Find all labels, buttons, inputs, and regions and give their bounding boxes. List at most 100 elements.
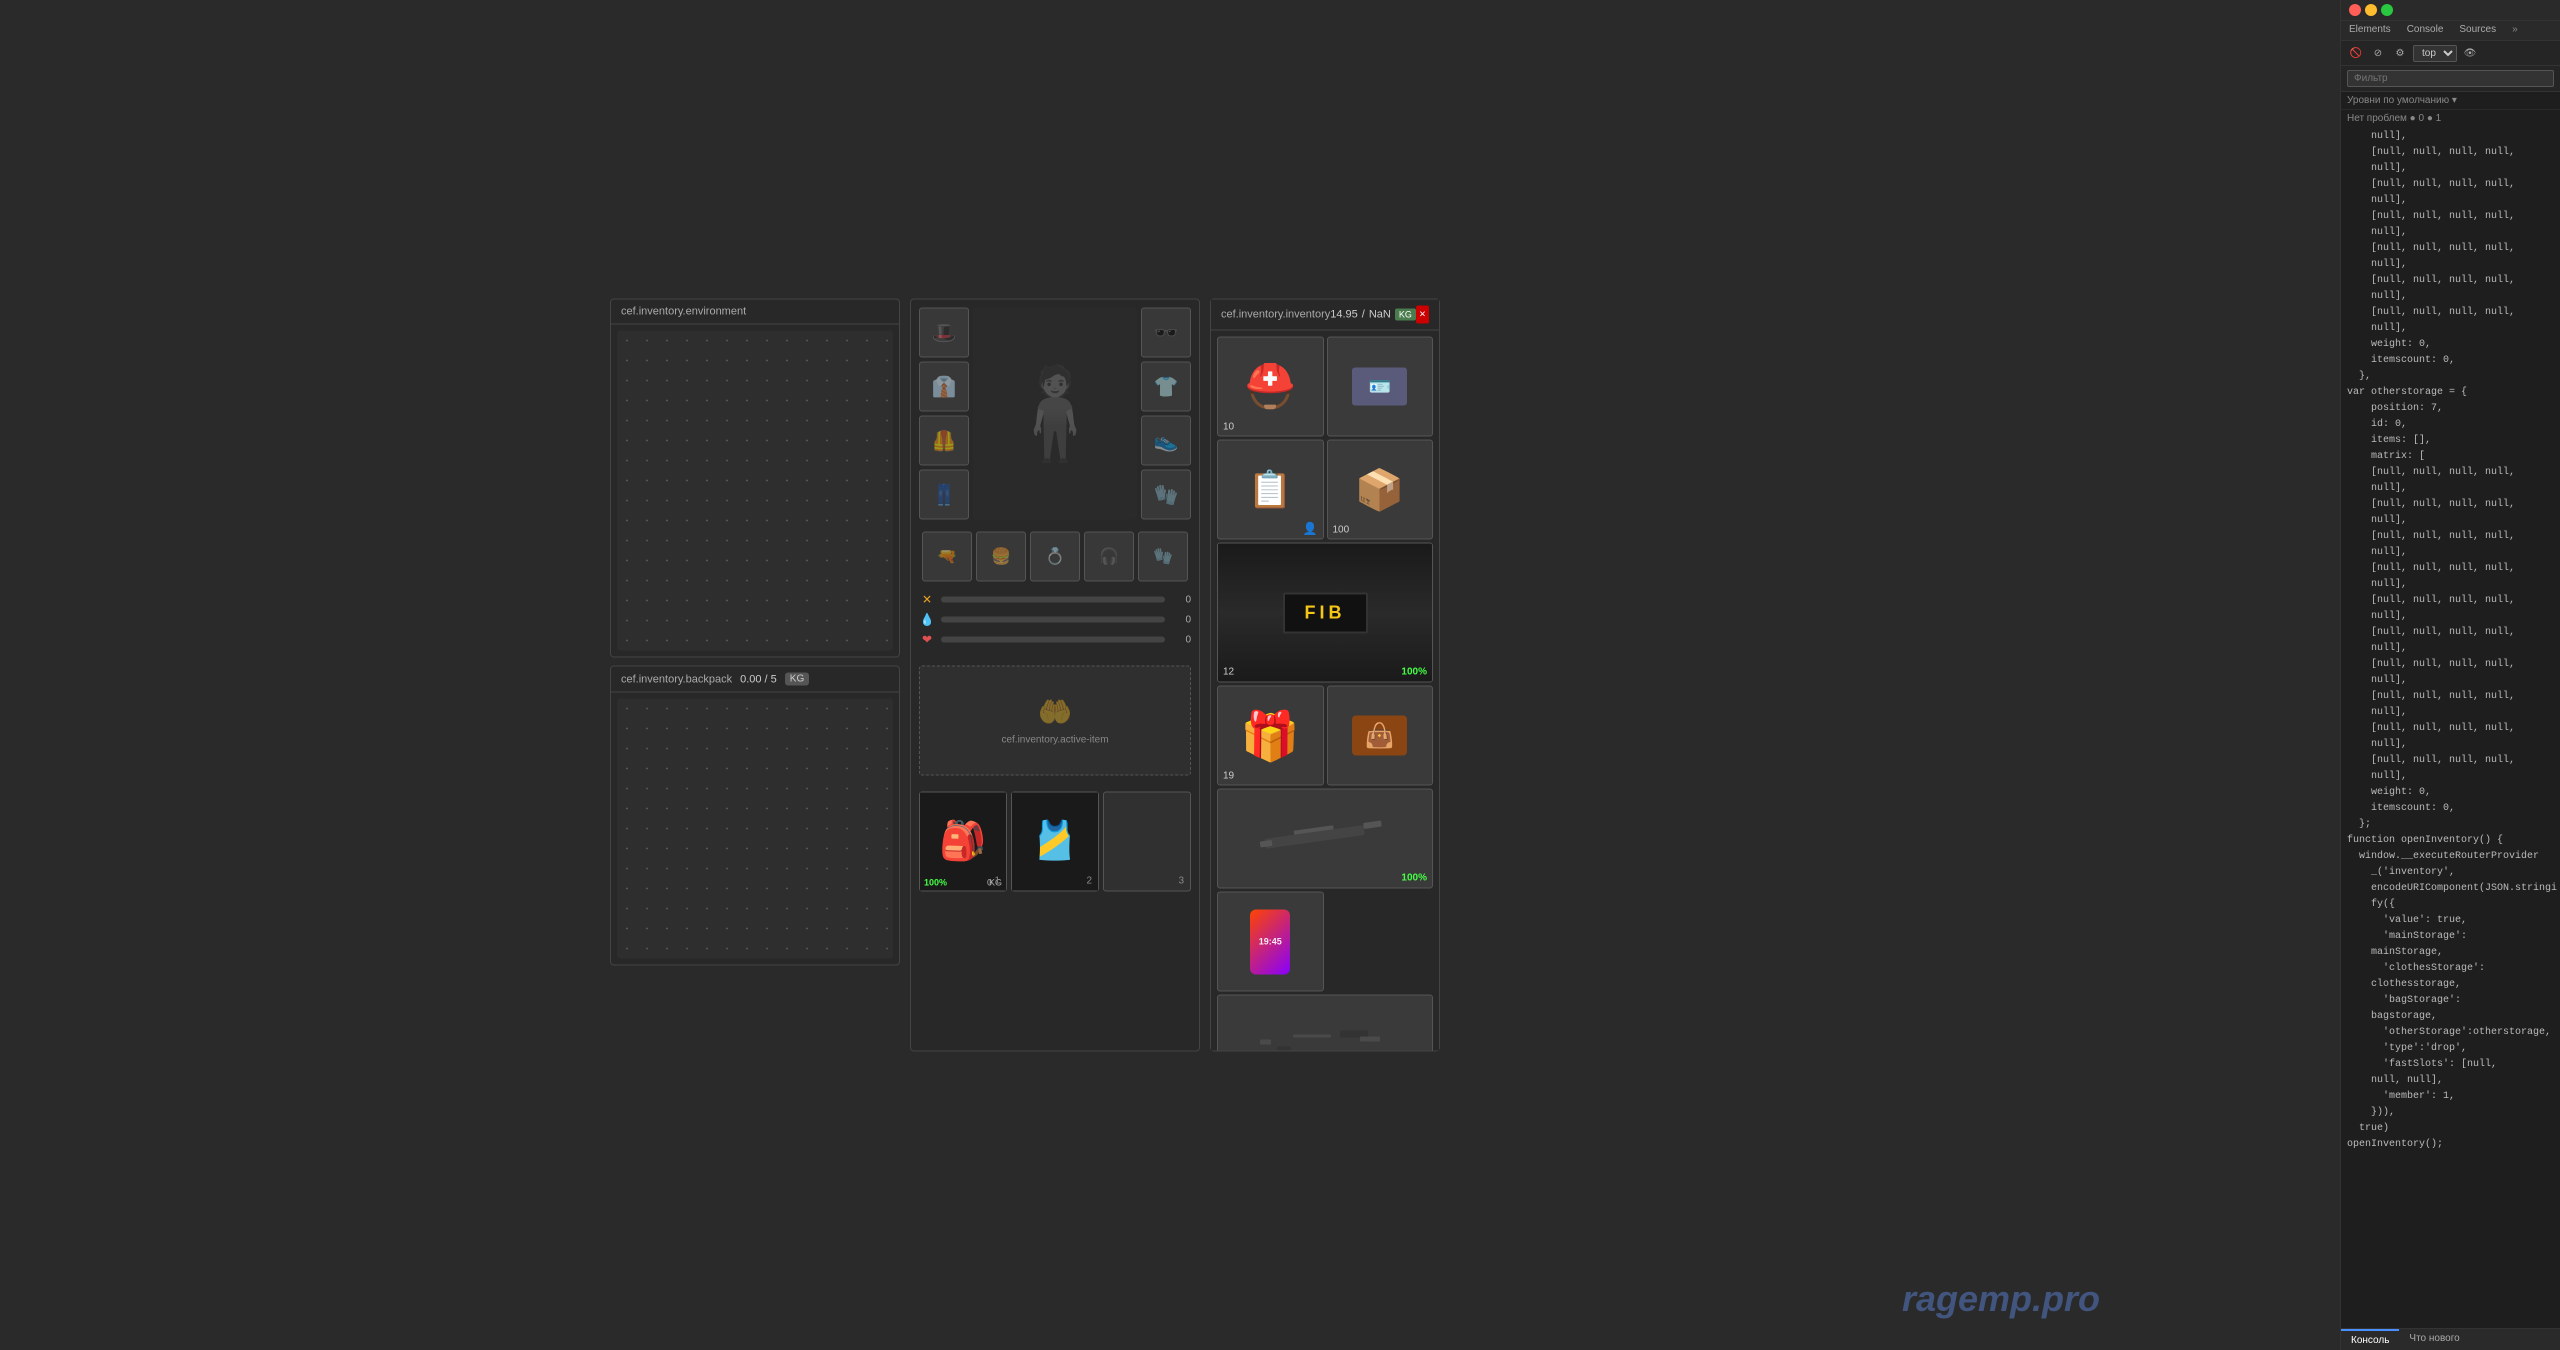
active-item-label: cef.inventory.active-item — [1001, 735, 1108, 746]
inv-item-box[interactable]: 📦 100 — [1327, 440, 1434, 540]
inventory-title: cef.inventory.inventory — [1221, 309, 1330, 321]
code-line: [null, null, null, null, — [2347, 273, 2554, 289]
code-line: }, — [2347, 369, 2554, 385]
hunger-icon: ✕ — [919, 592, 935, 608]
code-line: null], — [2347, 545, 2554, 561]
box-emoji: 📦 — [1355, 466, 1405, 513]
quickslot-1-number: 1 — [994, 876, 1000, 887]
code-line: }; — [2347, 817, 2554, 833]
stat-thirst: 💧 0 — [919, 612, 1191, 628]
game-area: cef.inventory.environment cef.inventory.… — [0, 0, 2340, 1350]
inv-item-gift[interactable]: 🎁 19 — [1217, 686, 1324, 786]
inv-item-helmet[interactable]: ⛑️ 10 — [1217, 337, 1324, 437]
quickslot-2[interactable]: 🎽 2 — [1011, 792, 1099, 892]
equipment-grid: 🎩 🧍 🕶️ 👔 👕 🦺 — [911, 300, 1199, 528]
window-maximize-btn[interactable] — [2381, 4, 2393, 16]
code-line: null], — [2347, 257, 2554, 273]
window-minimize-btn[interactable] — [2365, 4, 2377, 16]
equip-slot-shoes[interactable]: 👟 — [1141, 416, 1191, 466]
code-line: clothesstorage, — [2347, 977, 2554, 993]
fib-label: FIB — [1283, 592, 1368, 633]
code-line: [null, null, null, null, — [2347, 625, 2554, 641]
acc3-icon: 💍 — [1045, 547, 1065, 567]
code-line: null], — [2347, 737, 2554, 753]
quickslot-1[interactable]: 🎒 100% 0 KG 1 — [919, 792, 1007, 892]
inv-item-paper[interactable]: 📋 👤 — [1217, 440, 1324, 540]
equip-slot-hat[interactable]: 🎩 — [919, 308, 969, 358]
acc4-icon: 🎧 — [1099, 547, 1119, 567]
acc5-icon: 🧤 — [1153, 547, 1173, 567]
code-line: [null, null, null, null, — [2347, 753, 2554, 769]
code-line: null], — [2347, 577, 2554, 593]
thirst-bar-container — [941, 617, 1165, 623]
code-line: [null, null, null, null, — [2347, 721, 2554, 737]
devtools-issues: Нет проблем ● 0 ● 1 — [2341, 110, 2560, 127]
gloves-icon: 🧤 — [1154, 482, 1179, 507]
code-line: null], — [2347, 129, 2554, 145]
toolbar-settings-btn[interactable]: ⚙ — [2391, 44, 2409, 62]
inventory-grid: ⛑️ 10 🪪 📋 👤 — [1211, 331, 1439, 1051]
health-value: 0 — [1171, 634, 1191, 645]
acc-slot-4[interactable]: 🎧 — [1084, 532, 1134, 582]
acc-slot-2[interactable]: 🍔 — [976, 532, 1026, 582]
inv-item-phone[interactable]: 19:45 — [1217, 892, 1324, 992]
inventory-close-button[interactable]: × — [1416, 306, 1429, 324]
window-close-btn[interactable] — [2349, 4, 2361, 16]
bottom-tab-whatsnew[interactable]: Что нового — [2399, 1329, 2469, 1350]
inv-item-smg1[interactable]: 100% — [1217, 789, 1433, 889]
code-line: null], — [2347, 641, 2554, 657]
equip-slot-pants[interactable]: 👖 — [919, 470, 969, 520]
inv-item-idcard[interactable]: 🪪 — [1327, 337, 1434, 437]
quickslot-3[interactable]: 3 — [1103, 792, 1191, 892]
devtools-filter-input[interactable] — [2347, 70, 2554, 87]
acc-slot-5[interactable]: 🧤 — [1138, 532, 1188, 582]
thirst-icon: 💧 — [919, 612, 935, 628]
code-line: [null, null, null, null, — [2347, 529, 2554, 545]
pants-icon: 👖 — [932, 482, 957, 507]
character-silhouette: 🧍 — [999, 361, 1111, 466]
quickslot-1-percent: 100% — [924, 878, 947, 888]
bottom-tab-console[interactable]: Консоль — [2341, 1329, 2399, 1350]
code-line: 'fastSlots': [null, — [2347, 1057, 2554, 1073]
code-line: 'bagStorage': — [2347, 993, 2554, 1009]
inv-item-smg2[interactable]: 100% — [1217, 995, 1433, 1051]
smg2-svg — [1255, 1020, 1395, 1051]
hunger-value: 0 — [1171, 594, 1191, 605]
toolbar-filter-btn[interactable]: ⊘ — [2369, 44, 2387, 62]
code-line: null], — [2347, 321, 2554, 337]
code-line: 'otherStorage':otherstorage, — [2347, 1025, 2554, 1041]
inv-item-fib-vest[interactable]: FIB 12 100% — [1217, 543, 1433, 683]
code-line: null], — [2347, 161, 2554, 177]
acc-slot-3[interactable]: 💍 — [1030, 532, 1080, 582]
backpack-weight-unit: KG — [785, 673, 809, 686]
toolbar-clear-btn[interactable]: 🚫 — [2347, 44, 2365, 62]
box-count: 100 — [1333, 525, 1350, 536]
stats-section: ✕ 0 💧 0 ❤ — [911, 586, 1199, 658]
equip-slot-sunglasses[interactable]: 🕶️ — [1141, 308, 1191, 358]
toolbar-eye-btn[interactable]: 👁 — [2461, 44, 2479, 62]
devtools-level-label[interactable]: Уровни по умолчанию ▾ — [2341, 92, 2560, 110]
helmet-count: 10 — [1223, 422, 1234, 433]
window-controls — [2341, 0, 2560, 21]
paper-emoji: 📋 — [1248, 469, 1293, 511]
code-line: weight: 0, — [2347, 337, 2554, 353]
toolbar-context-select[interactable]: top — [2413, 45, 2457, 62]
helmet-emoji: ⛑️ — [1244, 362, 1296, 411]
tab-elements[interactable]: Elements — [2341, 21, 2399, 40]
equip-slot-tshirt[interactable]: 👕 — [1141, 362, 1191, 412]
tab-sources[interactable]: Sources — [2451, 21, 2504, 40]
acc-slot-1[interactable]: 🔫 — [922, 532, 972, 582]
inventory-header: cef.inventory.inventory 14.95 / NaN KG × — [1211, 300, 1439, 331]
tab-more[interactable]: » — [2504, 21, 2526, 40]
quickslots: 🎒 100% 0 KG 1 🎽 2 3 — [911, 784, 1199, 900]
inv-item-wallet[interactable]: 👜 — [1327, 686, 1434, 786]
equip-slot-gloves[interactable]: 🧤 — [1141, 470, 1191, 520]
fib-count: 12 — [1223, 667, 1234, 678]
devtools-toolbar: 🚫 ⊘ ⚙ top 👁 — [2341, 41, 2560, 66]
code-line: 'value': true, — [2347, 913, 2554, 929]
equip-slot-shirt[interactable]: 👔 — [919, 362, 969, 412]
code-line: function openInventory() { — [2347, 833, 2554, 849]
code-line: null], — [2347, 705, 2554, 721]
equip-slot-vest[interactable]: 🦺 — [919, 416, 969, 466]
tab-console[interactable]: Console — [2399, 21, 2452, 40]
